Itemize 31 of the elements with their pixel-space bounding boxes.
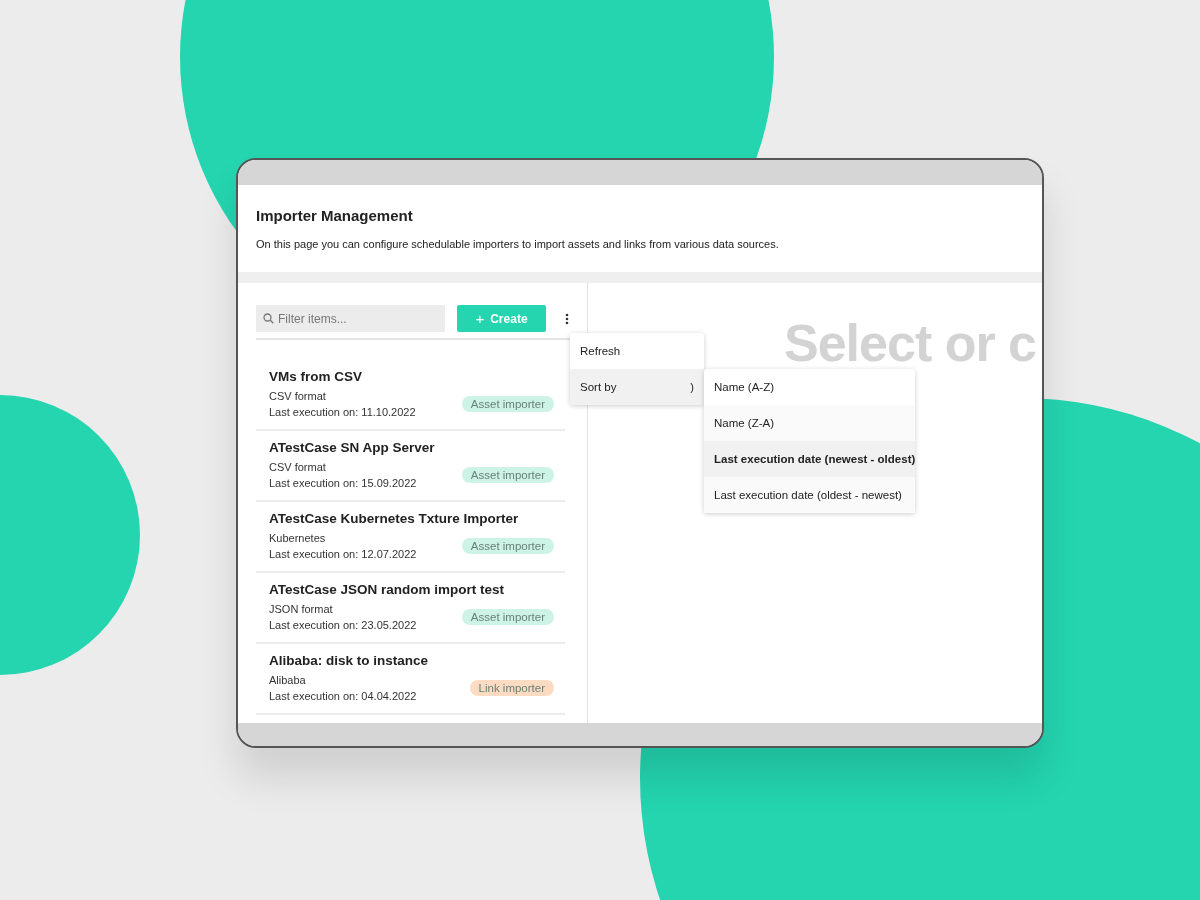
sort-option[interactable]: Last execution date (newest - oldest)	[704, 441, 915, 477]
last-execution-date: Last execution on: 15.09.2022	[269, 476, 418, 491]
importer-source: Alibaba	[269, 673, 307, 688]
sort-option[interactable]: Last execution date (oldest - newest)	[704, 477, 915, 513]
last-execution-date: Last execution on: 11.10.2022	[269, 405, 417, 420]
importer-name: ATestCase JSON random import test	[269, 582, 506, 597]
importer-type-tag: Link importer	[469, 680, 554, 696]
importer-type-tag: Asset importer	[461, 467, 554, 483]
importer-name: Alibaba: disk to instance	[269, 653, 430, 668]
last-execution-date: Last execution on: 04.04.2022	[269, 689, 418, 704]
importer-source: CSV format	[269, 460, 327, 475]
last-execution-date: Last execution on: 23.05.2022	[269, 618, 418, 633]
sort-option[interactable]: Name (Z-A)	[704, 405, 915, 441]
menu-item[interactable]: Refresh	[570, 333, 704, 369]
importer-source: JSON format	[269, 602, 334, 617]
importer-name: ATestCase Kubernetes Txture Importer	[269, 511, 520, 526]
importer-name: VMs from CSV	[269, 369, 364, 384]
page-description: On this page you can configure schedulable importers to import assets and links from various data sources.	[256, 238, 780, 250]
page-title: Importer Management	[256, 207, 414, 224]
sort-option[interactable]: Name (A-Z)	[704, 369, 915, 405]
search-icon	[263, 313, 274, 324]
importer-type-tag: Asset importer	[461, 609, 554, 625]
importer-type-tag: Asset importer	[461, 396, 554, 412]
importer-name: ATestCase SN App Server	[269, 440, 436, 455]
chevron-icon: )	[690, 381, 694, 393]
importer-source: CSV format	[269, 389, 327, 404]
last-execution-date: Last execution on: 12.07.2022	[269, 547, 418, 562]
importer-source: Kubernetes	[269, 531, 327, 546]
menu-item[interactable]: Sort by )	[570, 369, 704, 405]
importer-type-tag: Asset importer	[461, 538, 554, 554]
filter-field[interactable]: Filter items...	[256, 305, 445, 332]
